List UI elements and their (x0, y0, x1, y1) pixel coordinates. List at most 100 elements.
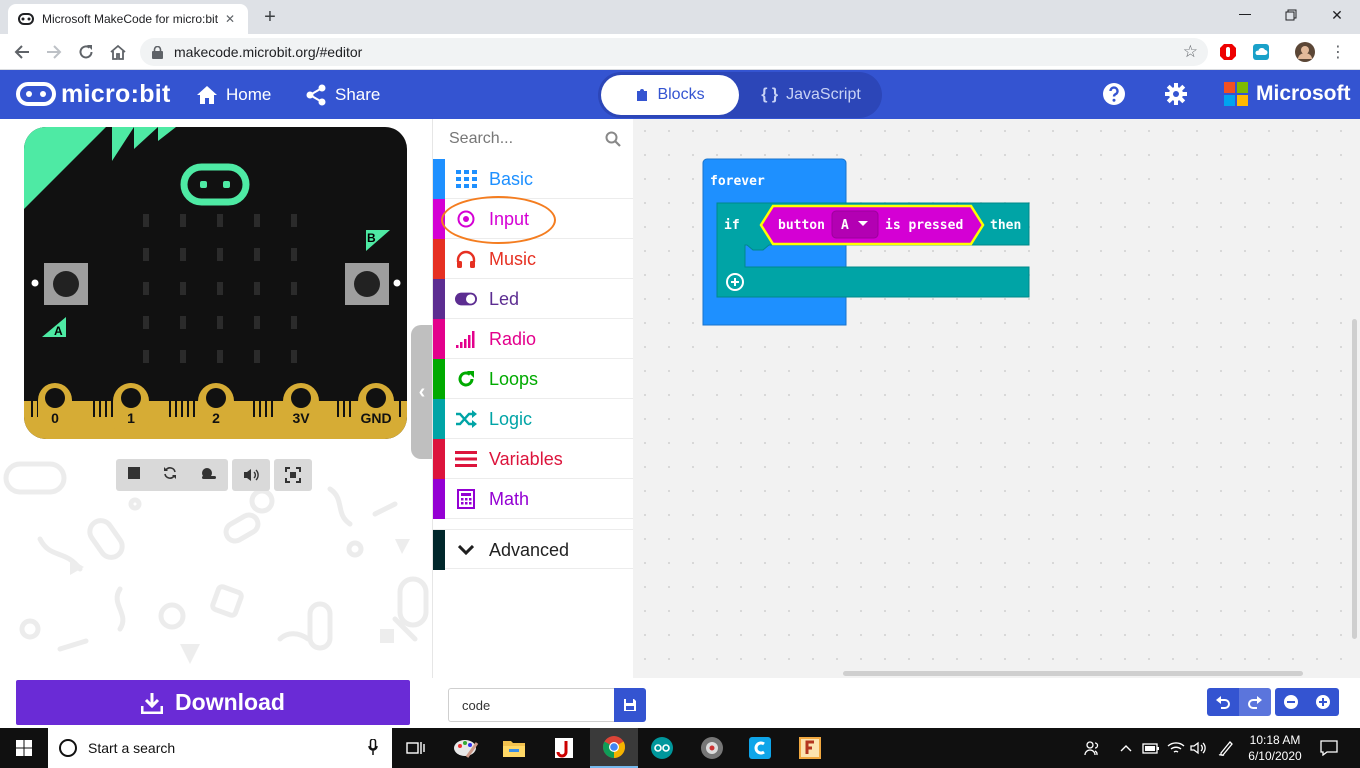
tab-close-icon[interactable]: ✕ (222, 11, 238, 27)
pin-0-label: 0 (51, 410, 59, 426)
speaker-icon[interactable] (1188, 728, 1210, 768)
settings-gear-icon[interactable] (1164, 82, 1188, 106)
shuffle-icon (455, 409, 477, 429)
simulator-controls (116, 459, 312, 491)
home-browser-icon[interactable] (106, 40, 130, 64)
project-name-value: code (462, 697, 491, 713)
workspace-horizontal-scrollbar[interactable] (843, 671, 1303, 676)
category-music[interactable]: Music (433, 239, 633, 279)
microsoft-squares-icon (1224, 82, 1248, 106)
java-app-icon[interactable] (540, 728, 588, 768)
stop-icon[interactable] (127, 466, 140, 484)
zoom-out-button[interactable] (1275, 688, 1307, 716)
category-led[interactable]: Led (433, 279, 633, 319)
puzzle-icon (637, 89, 648, 101)
blocks-label: Blocks (657, 86, 705, 103)
battery-icon[interactable] (1140, 728, 1162, 768)
slow-mo-snail-icon[interactable] (200, 466, 217, 484)
fullscreen-button[interactable] (274, 459, 312, 491)
notifications-icon[interactable] (1312, 728, 1346, 768)
tray-chevron-up-icon[interactable] (1116, 728, 1136, 768)
file-explorer-icon[interactable] (490, 728, 538, 768)
workspace-vertical-scrollbar[interactable] (1352, 319, 1357, 639)
browser-tab-title: Microsoft MakeCode for micro:bit (42, 12, 219, 26)
c-app-icon[interactable] (736, 728, 784, 768)
restart-icon[interactable] (163, 466, 177, 485)
zoom-out-icon (1284, 695, 1298, 709)
microbit-board: A B 0 1 2 3V GND (24, 127, 407, 439)
browser-tab[interactable]: Microsoft MakeCode for micro:bit ✕ (8, 4, 248, 34)
zoom-group (1275, 688, 1339, 716)
wifi-icon[interactable] (1164, 728, 1188, 768)
new-tab-icon[interactable]: + (258, 6, 282, 30)
volume-icon (244, 469, 259, 481)
settings-app-icon[interactable] (688, 728, 736, 768)
button-dropdown-value: A (841, 218, 849, 233)
share-icon (306, 84, 326, 106)
category-loops[interactable]: Loops (433, 359, 633, 399)
taskbar-clock[interactable]: 10:18 AM 6/10/2020 (1244, 732, 1306, 764)
help-icon[interactable] (1102, 82, 1126, 106)
board-button-a[interactable] (31, 263, 89, 305)
calculator-icon (455, 489, 477, 509)
curly-braces-icon: { } (761, 86, 779, 103)
browser-menu-icon[interactable]: ⋮ (1328, 42, 1348, 62)
reload-icon[interactable] (74, 40, 98, 64)
bookmark-star-icon[interactable]: ☆ (1183, 42, 1198, 62)
redo-button[interactable] (1239, 688, 1271, 716)
paint-app-icon[interactable] (442, 728, 490, 768)
download-button[interactable]: Download (16, 680, 410, 725)
microsoft-logo[interactable]: Microsoft (1224, 82, 1351, 106)
extension-cloud-icon[interactable] (1251, 42, 1271, 62)
is-pressed-label: is pressed (885, 218, 963, 233)
address-bar[interactable]: makecode.microbit.org/#editor ☆ (140, 38, 1208, 66)
category-math[interactable]: Math (433, 479, 633, 519)
category-basic[interactable]: Basic (433, 159, 633, 199)
save-button[interactable] (614, 688, 646, 722)
zoom-in-button[interactable] (1307, 688, 1339, 716)
category-logic[interactable]: Logic (433, 399, 633, 439)
lock-icon (150, 45, 164, 59)
people-icon[interactable] (1080, 728, 1104, 768)
category-variables[interactable]: Variables (433, 439, 633, 479)
toolbox-search-input[interactable]: Search... (433, 119, 633, 159)
download-label: Download (175, 689, 285, 715)
task-view-icon[interactable] (392, 728, 440, 768)
blocks-tab[interactable]: Blocks (601, 75, 739, 115)
arduino-app-icon[interactable] (638, 728, 686, 768)
mute-button[interactable] (232, 459, 270, 491)
home-button[interactable]: Home (196, 82, 271, 108)
extension-adblock-icon[interactable] (1218, 42, 1238, 62)
toggle-icon (455, 289, 477, 309)
javascript-tab[interactable]: { } JavaScript (742, 75, 880, 115)
minimize-icon[interactable] (1222, 0, 1268, 30)
button-dropdown[interactable]: A (831, 210, 879, 239)
category-advanced[interactable]: Advanced (433, 529, 633, 570)
sim-control-group (116, 459, 228, 491)
restore-icon[interactable] (1268, 0, 1314, 30)
download-icon (141, 692, 164, 714)
windows-start-icon[interactable] (0, 728, 48, 768)
taskbar-search-placeholder: Start a search (88, 740, 176, 756)
taskbar-search-input[interactable]: Start a search (48, 728, 392, 768)
pen-ink-icon[interactable] (1214, 728, 1238, 768)
blocks-workspace[interactable]: forever if then button A is pressed (633, 119, 1360, 678)
share-button[interactable]: Share (305, 82, 380, 108)
undo-button[interactable] (1207, 688, 1239, 716)
collapse-simulator-chevron-icon[interactable]: ‹ (411, 325, 433, 459)
headphones-icon (455, 249, 477, 269)
led-matrix (143, 214, 297, 363)
fritzing-app-icon[interactable] (786, 728, 834, 768)
back-arrow-icon[interactable] (10, 40, 34, 64)
profile-avatar[interactable] (1295, 42, 1315, 62)
window-close-icon[interactable]: ✕ (1314, 0, 1360, 30)
chrome-app-icon[interactable] (590, 728, 638, 768)
button-is-pressed-block[interactable]: button A is pressed (759, 204, 985, 246)
board-button-b[interactable] (345, 263, 401, 305)
pin-gnd-label: GND (360, 410, 391, 426)
forward-arrow-icon[interactable] (42, 40, 66, 64)
category-radio[interactable]: Radio (433, 319, 633, 359)
microphone-icon[interactable] (368, 738, 378, 759)
project-name-input[interactable]: code (448, 688, 614, 722)
microbit-logo[interactable]: micro:bit (16, 80, 171, 108)
